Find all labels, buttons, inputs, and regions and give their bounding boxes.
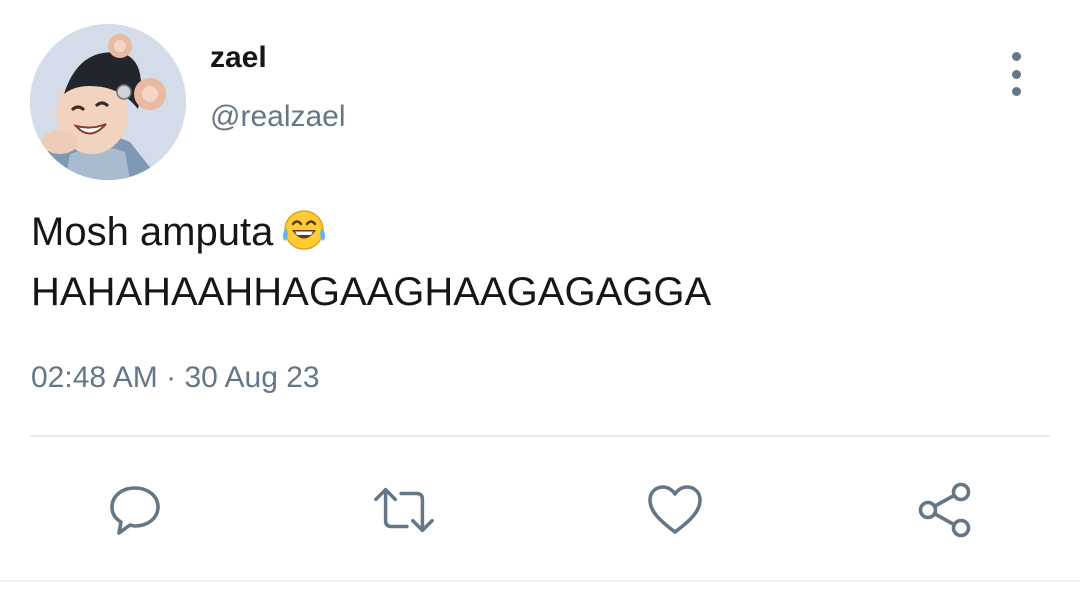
like-button[interactable] (643, 478, 707, 542)
retweet-icon (374, 487, 434, 533)
tweet-text-line-1: Mosh amputa (31, 205, 711, 265)
more-dot (1011, 87, 1021, 96)
bottom-divider (0, 580, 1080, 582)
heart-icon (648, 485, 702, 534)
tweet-text-line-1-content: Mosh amputa (31, 210, 274, 254)
meta-separator: · (166, 361, 177, 394)
tweet-date: 30 Aug 23 (184, 361, 320, 394)
tweet-text: Mosh amputa HAHAHAAHHAGAAGHAAGAGAGGA (31, 205, 711, 319)
tweet-timestamp[interactable]: 02:48 AM · 30 Aug 23 (31, 358, 320, 398)
more-options-icon[interactable] (996, 52, 1036, 96)
more-dot (1011, 69, 1021, 79)
retweet-button[interactable] (372, 478, 436, 542)
comment-icon (110, 486, 160, 535)
share-icon (918, 482, 971, 538)
share-button[interactable] (913, 478, 977, 542)
divider (30, 435, 1050, 437)
display-name[interactable]: zael (210, 38, 267, 78)
avatar[interactable] (30, 24, 186, 180)
tweet-text-line-2: HAHAHAAHHAGAAGHAAGAGAGGA (31, 270, 712, 314)
reply-button[interactable] (103, 478, 167, 542)
tweet-card: zael @realzael Mosh amputa HAHAHAAHHAGAA… (0, 0, 1080, 600)
user-handle[interactable]: @realzael (210, 97, 346, 137)
laughing-tears-emoji-icon (281, 207, 327, 265)
more-dot (1011, 52, 1021, 61)
tweet-time: 02:48 AM (31, 361, 158, 394)
